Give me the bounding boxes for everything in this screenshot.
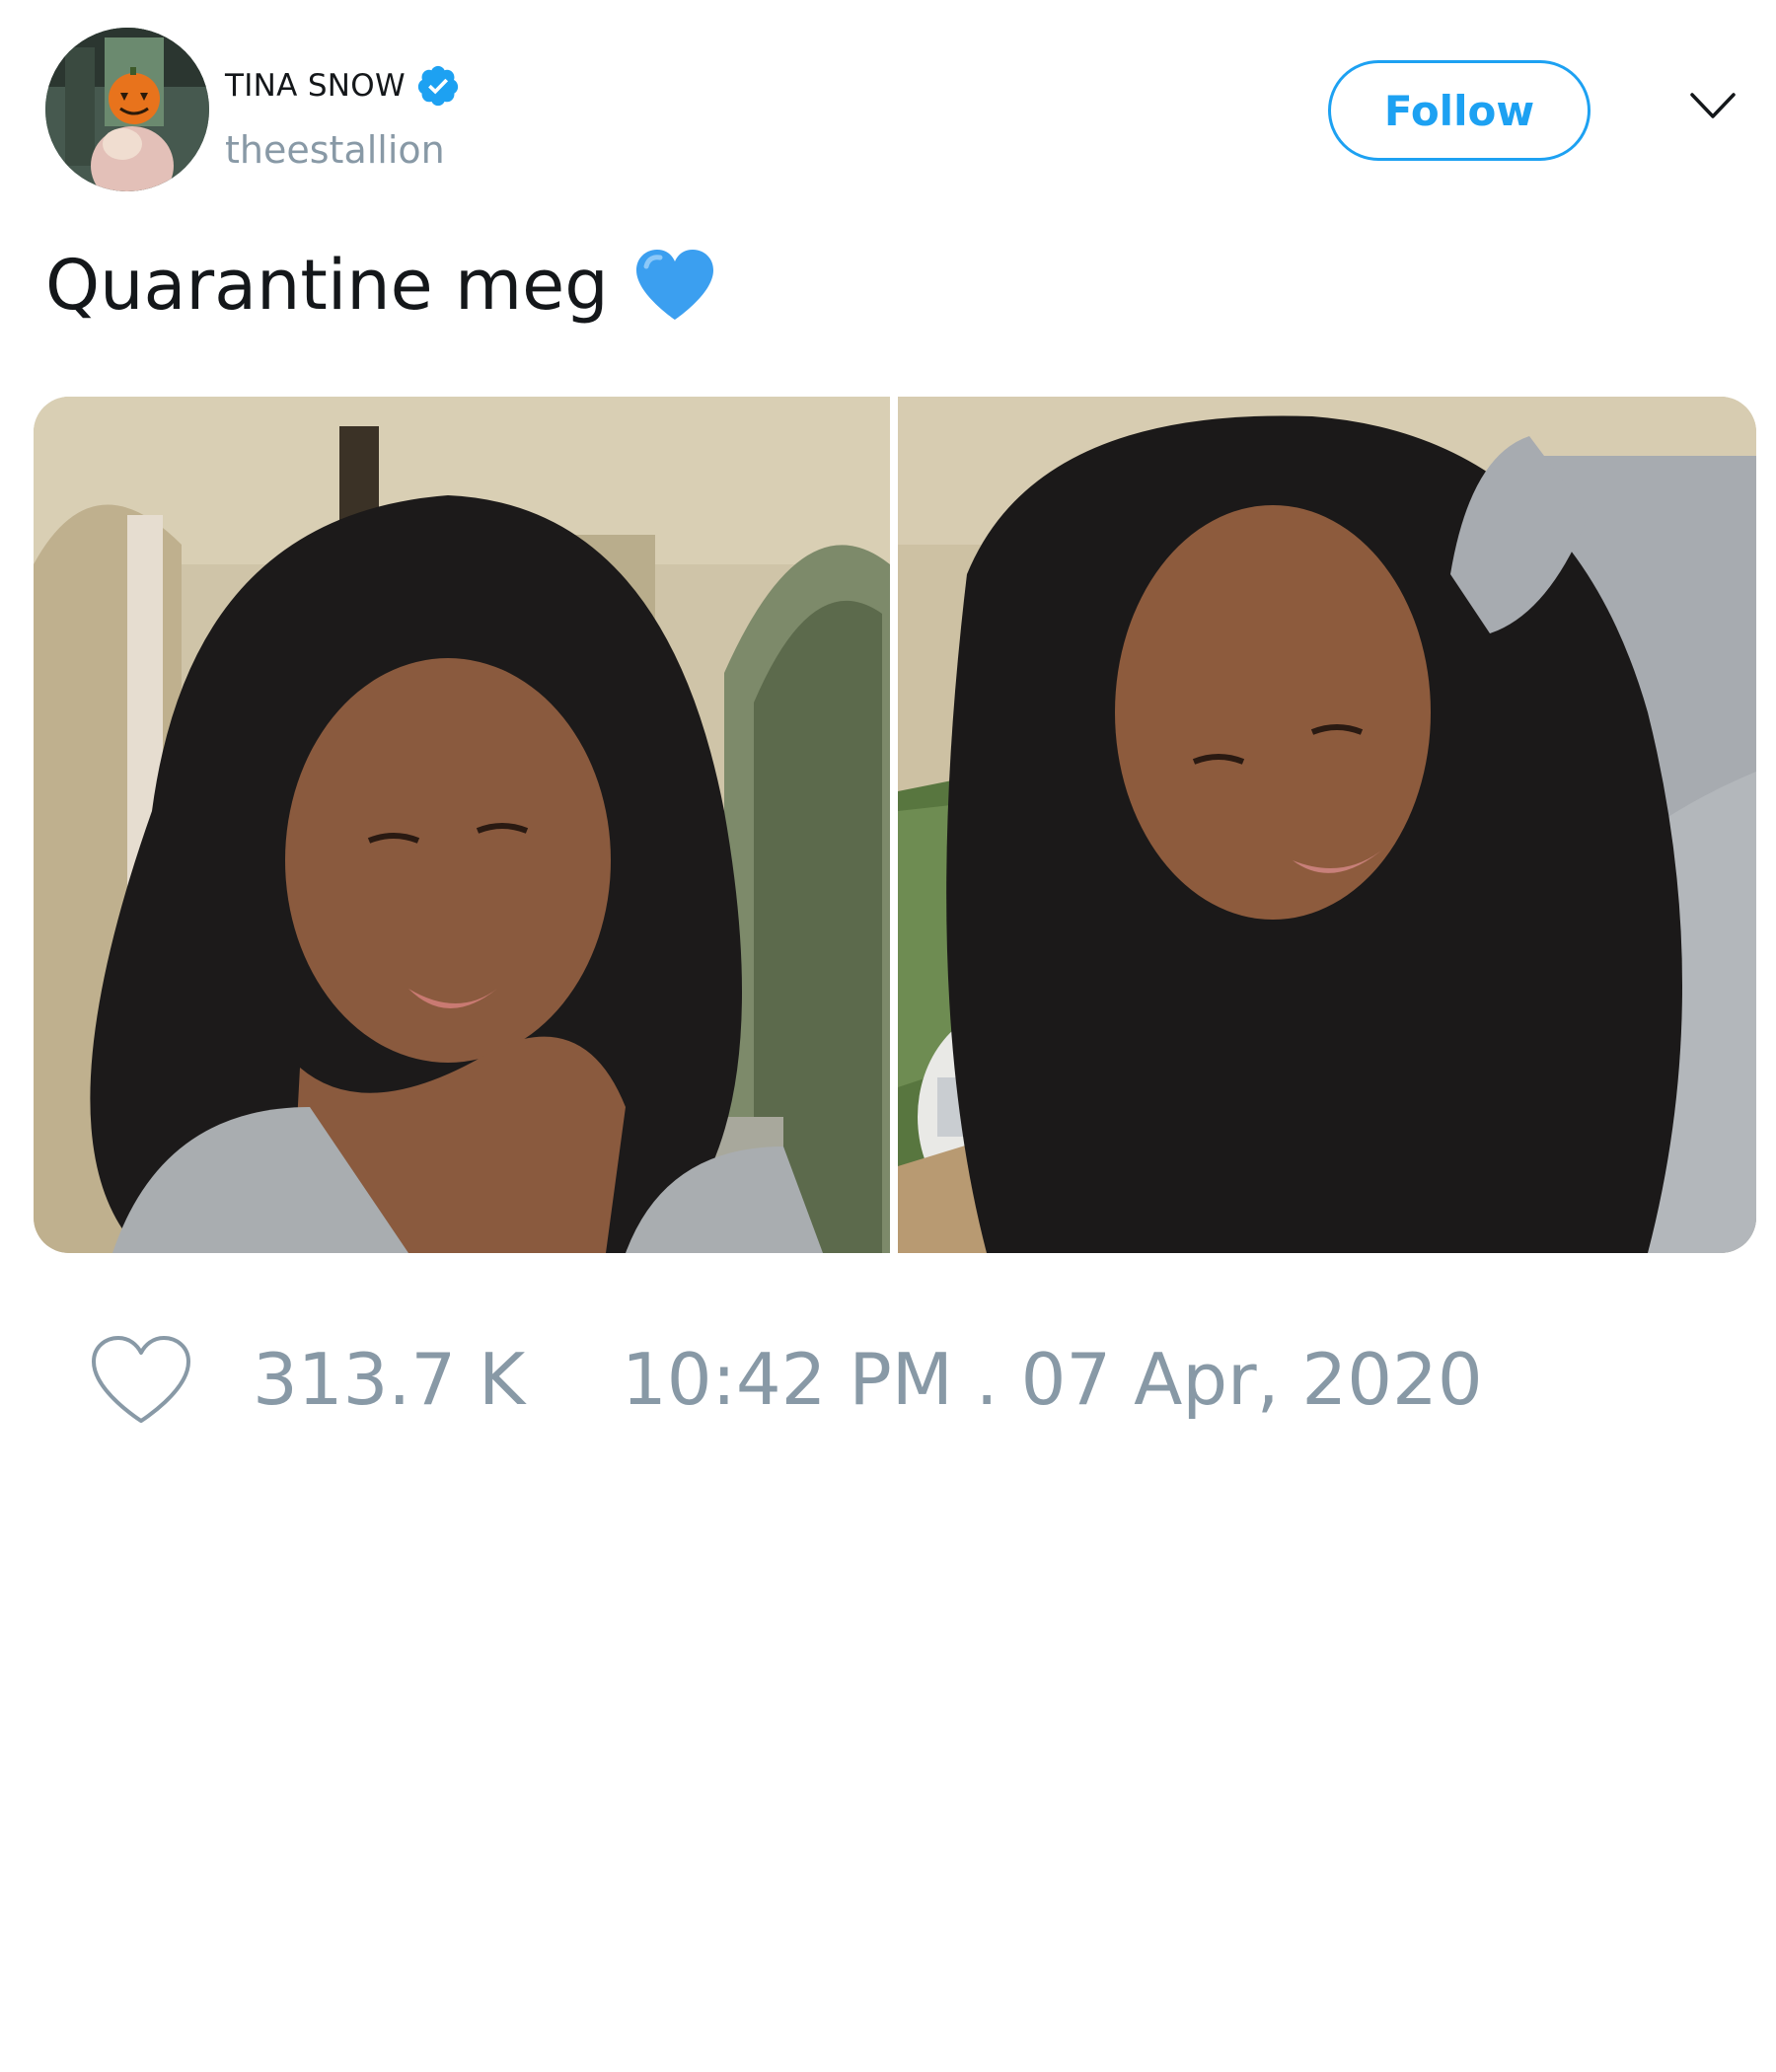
chevron-down-icon[interactable] <box>1689 91 1737 122</box>
tweet-photo-2[interactable] <box>898 397 1756 1253</box>
tweet-footer: 313.7 K 10:42 PM . 07 Apr, 2020 <box>89 1334 1667 1433</box>
tweet-timestamp[interactable]: 10:42 PM . 07 Apr, 2020 <box>622 1338 1483 1421</box>
tweet-media[interactable] <box>34 397 1756 1253</box>
heart-outline-icon[interactable] <box>89 1334 193 1427</box>
tweet-photo-1[interactable] <box>34 397 890 1253</box>
tweet-text: Quarantine meg <box>45 245 609 326</box>
verified-badge-icon <box>415 63 461 109</box>
tweet-text-row: Quarantine meg <box>45 245 715 326</box>
author-avatar[interactable] <box>45 28 209 191</box>
author-handle[interactable]: theestallion <box>225 128 445 172</box>
like-count: 313.7 K <box>253 1338 526 1421</box>
author-display-name[interactable]: TINA SNOW <box>225 68 406 104</box>
author-display-name-row[interactable]: TINA SNOW <box>225 63 461 109</box>
follow-button[interactable]: Follow <box>1328 60 1591 161</box>
blue-heart-emoji-icon <box>634 249 715 322</box>
